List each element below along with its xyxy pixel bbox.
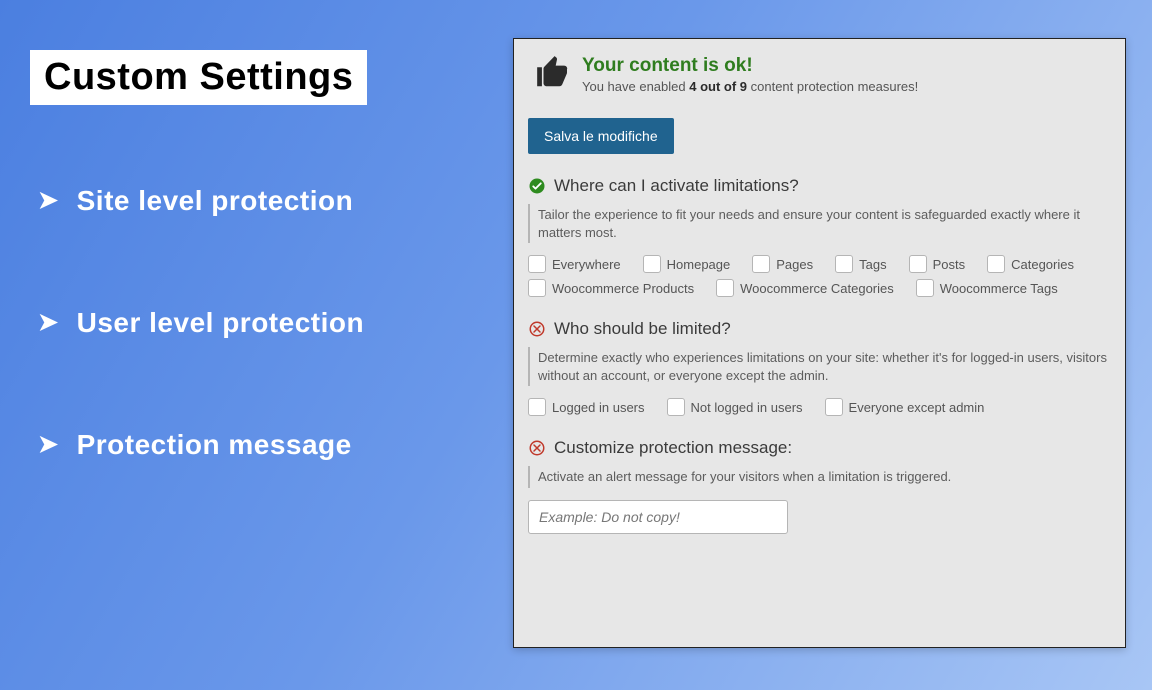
checkbox-icon — [528, 398, 546, 416]
section-where-checks: Everywhere Homepage Pages Tags Posts Cat… — [528, 255, 1111, 297]
check-everywhere[interactable]: Everywhere — [528, 255, 621, 273]
settings-panel: Your content is ok! You have enabled 4 o… — [513, 38, 1126, 648]
cross-circle-icon — [528, 320, 546, 338]
section-who-title: Who should be limited? — [554, 319, 731, 339]
checkbox-icon — [528, 255, 546, 273]
checkbox-icon — [752, 255, 770, 273]
check-woo-products[interactable]: Woocommerce Products — [528, 279, 694, 297]
check-logged-in[interactable]: Logged in users — [528, 398, 645, 416]
checkbox-icon — [643, 255, 661, 273]
bullet-user-level: ➤ User level protection — [38, 307, 478, 339]
check-woo-tags[interactable]: Woocommerce Tags — [916, 279, 1058, 297]
arrow-right-icon: ➤ — [38, 433, 59, 457]
bullet-site-level: ➤ Site level protection — [38, 185, 478, 217]
checkbox-icon — [825, 398, 843, 416]
arrow-right-icon: ➤ — [38, 189, 59, 213]
arrow-right-icon: ➤ — [38, 311, 59, 335]
bullet-label: Site level protection — [77, 185, 354, 217]
check-posts[interactable]: Posts — [909, 255, 966, 273]
section-message-title: Customize protection message: — [554, 438, 792, 458]
section-where: Where can I activate limitations? Tailor… — [528, 176, 1111, 297]
section-who-checks: Logged in users Not logged in users Ever… — [528, 398, 1111, 416]
status-subtitle: You have enabled 4 out of 9 content prot… — [582, 79, 918, 94]
check-woo-categories[interactable]: Woocommerce Categories — [716, 279, 894, 297]
check-homepage[interactable]: Homepage — [643, 255, 731, 273]
checkbox-icon — [835, 255, 853, 273]
status-row: Your content is ok! You have enabled 4 o… — [528, 53, 1111, 96]
section-where-desc: Tailor the experience to fit your needs … — [528, 204, 1111, 243]
section-message-desc: Activate an alert message for your visit… — [528, 466, 1111, 488]
checkbox-icon — [716, 279, 734, 297]
section-who-desc: Determine exactly who experiences limita… — [528, 347, 1111, 386]
check-not-logged-in[interactable]: Not logged in users — [667, 398, 803, 416]
cross-circle-icon — [528, 439, 546, 457]
section-where-title: Where can I activate limitations? — [554, 176, 799, 196]
save-button[interactable]: Salva le modifiche — [528, 118, 674, 154]
check-pages[interactable]: Pages — [752, 255, 813, 273]
checkbox-icon — [528, 279, 546, 297]
check-except-admin[interactable]: Everyone except admin — [825, 398, 985, 416]
check-circle-icon — [528, 177, 546, 195]
protection-message-input[interactable] — [528, 500, 788, 534]
section-who: Who should be limited? Determine exactly… — [528, 319, 1111, 416]
status-text: Your content is ok! You have enabled 4 o… — [582, 55, 918, 94]
thumbs-up-icon — [534, 53, 572, 96]
checkbox-icon — [667, 398, 685, 416]
checkbox-icon — [909, 255, 927, 273]
bullet-label: Protection message — [77, 429, 352, 461]
checkbox-icon — [987, 255, 1005, 273]
check-categories[interactable]: Categories — [987, 255, 1074, 273]
status-title: Your content is ok! — [582, 55, 918, 77]
bullet-protection-message: ➤ Protection message — [38, 429, 478, 461]
check-tags[interactable]: Tags — [835, 255, 886, 273]
feature-bullets: ➤ Site level protection ➤ User level pro… — [38, 185, 478, 551]
bullet-label: User level protection — [77, 307, 364, 339]
checkbox-icon — [916, 279, 934, 297]
section-message: Customize protection message: Activate a… — [528, 438, 1111, 534]
page-title: Custom Settings — [30, 50, 367, 105]
